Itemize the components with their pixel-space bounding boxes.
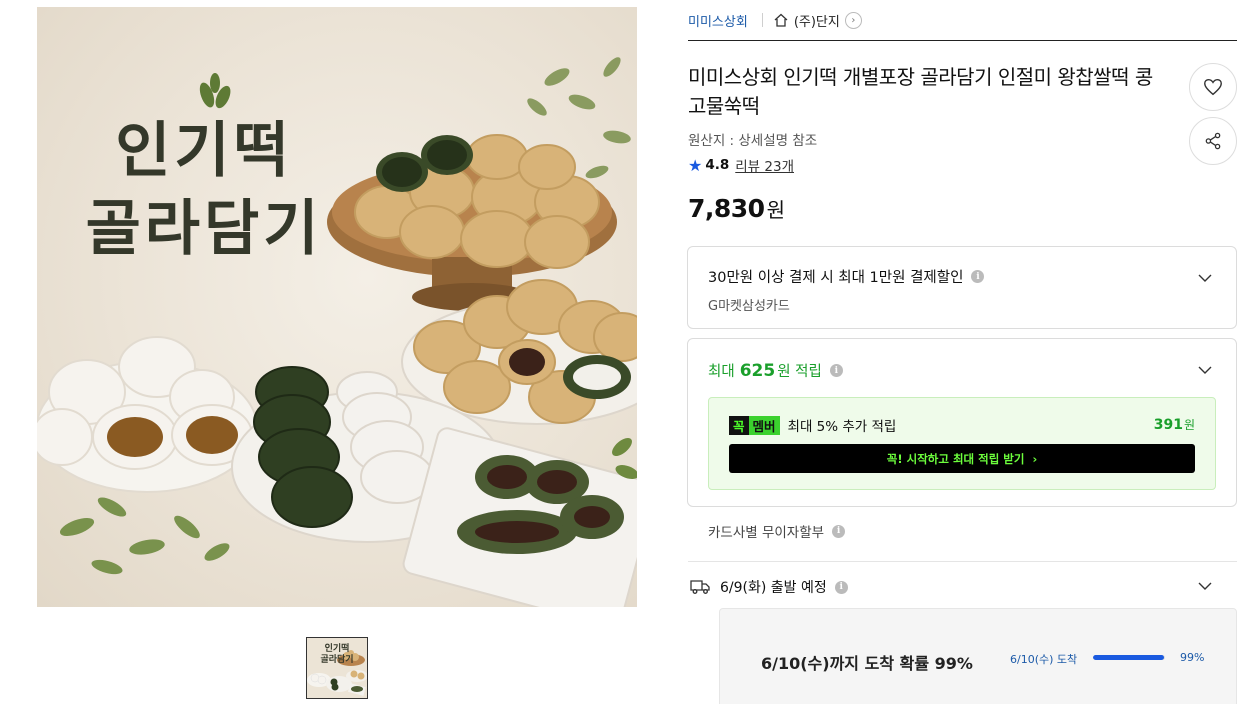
points-card: 최대 625 원 적립 i 꼭 멤버 최대 5% 추가 적립 391원 꼭! 시…: [687, 338, 1237, 507]
installment-row[interactable]: 카드사별 무이자할부 i: [708, 521, 846, 541]
home-icon: [774, 13, 788, 27]
delivery-date-label: 6/10(수) 도착: [1010, 653, 1078, 666]
price-value: 7,830: [688, 194, 765, 223]
member-benefit-text: 최대 5% 추가 적립: [787, 419, 897, 435]
info-icon[interactable]: i: [832, 524, 846, 538]
chevron-down-icon[interactable]: [1198, 271, 1212, 285]
discount-title-row: 30만원 이상 결제 시 최대 1만원 결제할인 i: [708, 266, 985, 287]
product-photo: [37, 57, 637, 607]
product-image-title: 인기떡 골라담기: [69, 112, 339, 268]
wishlist-button[interactable]: [1189, 63, 1237, 111]
heart-icon: [1204, 78, 1222, 96]
delivery-probability-text: 6/10(수)까지 도착 확률 99%: [761, 654, 973, 673]
member-points-unit: 원: [1183, 418, 1195, 432]
chevron-down-icon[interactable]: [1198, 363, 1212, 377]
chevron-right-icon: ›: [1032, 451, 1038, 466]
points-amount: 625: [739, 360, 776, 381]
installment-label: 카드사별 무이자할부: [708, 525, 825, 541]
delivery-estimate-box: 6/10(수)까지 도착 확률 99% 6/10(수) 도착 99%: [719, 608, 1237, 704]
member-badge-label: 멤버: [748, 415, 780, 435]
seller-link[interactable]: 미미스상회: [688, 11, 748, 30]
member-badge-a: 꼭: [733, 418, 745, 434]
store-link[interactable]: (주)단지: [794, 11, 840, 30]
product-price: 7,830 원: [688, 194, 785, 223]
product-title: 미미스상회 인기떡 개별포장 골라담기 인절미 왕찹쌀떡 콩고물쑥떡: [688, 65, 1153, 118]
delivery-progress-bar: [1093, 655, 1165, 660]
origin-info: 원산지 : 상세설명 참조: [688, 133, 818, 149]
member-signup-button[interactable]: 꼭! 시작하고 최대 적립 받기 ›: [729, 444, 1195, 473]
chevron-right-circle-icon[interactable]: ›: [844, 11, 862, 29]
info-icon[interactable]: i: [971, 270, 985, 283]
share-icon: [1205, 132, 1221, 150]
info-icon[interactable]: i: [829, 364, 843, 377]
product-image-title-line2: 골라담기: [85, 194, 323, 264]
review-link[interactable]: 리뷰 23개: [735, 155, 794, 175]
price-unit: 원: [766, 198, 785, 222]
member-signup-label: 꼭! 시작하고 최대 적립 받기: [886, 451, 1025, 466]
member-badge: 꼭: [729, 415, 749, 435]
points-suffix: 원 적립: [777, 364, 822, 380]
member-benefit-row: 꼭 멤버 최대 5% 추가 적립: [729, 415, 896, 435]
discount-title: 30만원 이상 결제 시 최대 1만원 결제할인: [708, 270, 964, 286]
thumbnail-title: 인기떡 골라담기: [307, 644, 367, 666]
chevron-down-icon[interactable]: [1198, 579, 1212, 593]
discount-card[interactable]: 30만원 이상 결제 시 최대 1만원 결제할인 i G마켓삼성카드: [687, 246, 1237, 329]
breadcrumb-divider: [761, 13, 763, 27]
shipping-label: 6/9(화) 출발 예정: [720, 580, 827, 596]
product-image-title-line1: 인기떡: [115, 116, 293, 186]
star-icon: ★: [688, 155, 703, 175]
delivery-progress-fill: [1093, 655, 1165, 660]
product-thumbnail[interactable]: 인기떡 골라담기: [306, 637, 368, 699]
product-main-image: 인기떡 골라담기: [37, 7, 637, 607]
thumbnail-title-line1: 인기떡: [324, 644, 350, 654]
delivery-progress-percent: 99%: [1180, 651, 1205, 664]
member-points: 391원: [1154, 416, 1195, 433]
points-prefix: 최대: [708, 364, 735, 380]
shipping-row[interactable]: 6/9(화) 출발 예정 i: [690, 577, 848, 597]
points-title-row: 최대 625 원 적립 i: [708, 360, 843, 381]
breadcrumb: 미미스상회 (주)단지 ›: [688, 10, 862, 30]
share-button[interactable]: [1189, 117, 1237, 165]
member-benefit-box: 꼭 멤버 최대 5% 추가 적립 391원 꼭! 시작하고 최대 적립 받기 ›: [708, 397, 1216, 490]
member-points-value: 391: [1153, 417, 1183, 433]
header-divider: [688, 40, 1237, 41]
thumbnail-title-line2: 골라담기: [320, 655, 354, 665]
rating-score: 4.8: [705, 157, 730, 173]
rating-row: ★ 4.8 리뷰 23개: [688, 155, 794, 176]
discount-card-name: G마켓삼성카드: [708, 299, 790, 314]
section-divider: [688, 561, 1237, 562]
info-icon[interactable]: i: [834, 580, 848, 594]
truck-icon: [690, 580, 710, 594]
